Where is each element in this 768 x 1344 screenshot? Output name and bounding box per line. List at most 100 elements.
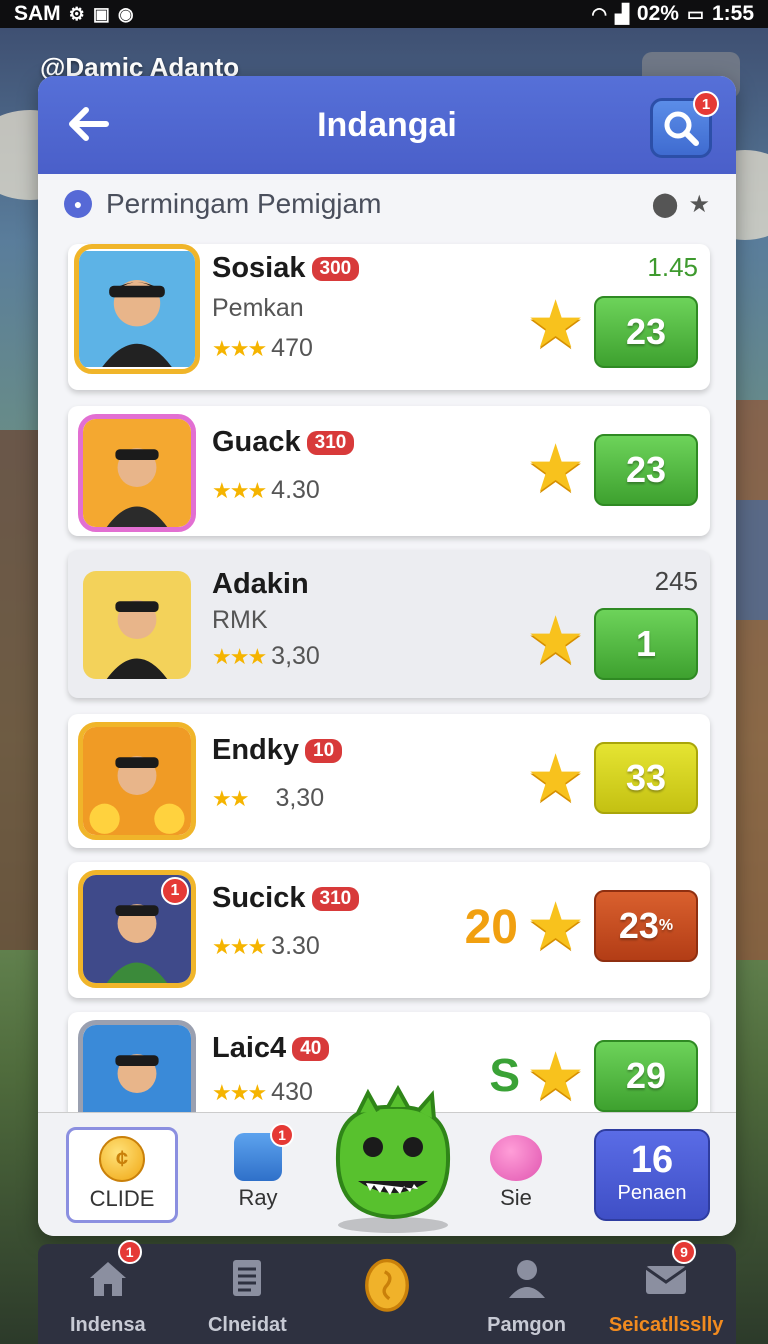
star-icon: ★ xyxy=(526,741,586,815)
camera-icon: ◉ xyxy=(117,3,134,24)
dragon-mascot-icon[interactable] xyxy=(318,1085,468,1235)
level-tag: 310 xyxy=(311,886,360,911)
bottom-tray: ¢ CLIDE 1 Ray Sie 16 Penaen xyxy=(38,1085,736,1236)
sub-header-title: Permingam Pemigjam xyxy=(106,188,382,219)
avatar xyxy=(78,722,196,840)
nav-mail-badge: 9 xyxy=(671,1240,696,1264)
score-pill[interactable]: 33 xyxy=(594,742,698,814)
score-pill-suffix: % xyxy=(658,917,674,934)
rating-value: 3,30 xyxy=(275,784,325,812)
star-icon: ★ xyxy=(526,287,586,361)
list-item[interactable]: Adakin RMK ★★★ 3,30 245 ★ 1 xyxy=(68,550,710,698)
nav-coins[interactable] xyxy=(317,1244,457,1344)
list-item[interactable]: Guack 310 ★★★ 4.30 ★ 23 xyxy=(68,406,710,536)
signal-bars-icon: ▟ xyxy=(615,3,629,24)
list-item[interactable]: Sosiak 300 Pemkan ★★★ 470 1.45 ★ 23 xyxy=(68,244,710,390)
currency-icon: S xyxy=(489,1049,520,1101)
rating-stars: ★★★ xyxy=(212,933,267,959)
leaderboard-card: Indangai 1 ● Permingam Pemigjam ⬤ ★ Sosi… xyxy=(38,76,736,1236)
nav-mail[interactable]: 9 Seicatllsslly xyxy=(596,1240,736,1344)
score-pill[interactable]: 23% xyxy=(594,890,698,962)
score-pill[interactable]: 23 xyxy=(594,296,698,368)
ray-label: Ray xyxy=(238,1185,278,1210)
penaen-button[interactable]: 16 Penaen xyxy=(594,1129,710,1221)
app-icon: ▣ xyxy=(92,3,110,24)
level-tag: 310 xyxy=(306,430,355,455)
avatar xyxy=(78,566,196,684)
rating-value: 4.30 xyxy=(271,476,320,504)
rating-value: 430 xyxy=(271,1078,313,1106)
carrier-label: SAM xyxy=(14,2,61,25)
clock: 1:55 xyxy=(711,2,754,25)
wifi-icon: ◠ xyxy=(591,3,608,24)
document-icon xyxy=(233,1260,262,1296)
player-name: Sosiak xyxy=(212,252,306,284)
star-icon: ★ xyxy=(526,603,586,677)
star-icon: ★ xyxy=(526,889,586,963)
coin-icon xyxy=(365,1258,409,1312)
location-icon[interactable]: ⬤ xyxy=(652,190,679,219)
player-name: Laic4 xyxy=(212,1032,287,1064)
player-name: Guack xyxy=(212,426,301,458)
star-filter-icon[interactable]: ★ xyxy=(688,190,710,219)
level-tag: 40 xyxy=(292,1036,330,1061)
status-bar: SAM ⚙ ▣ ◉ ◠ ▟ 02% ▭ 1:55 xyxy=(0,0,768,28)
battery-icon: ▭ xyxy=(686,3,704,24)
rating-stars: ★★★ xyxy=(212,643,267,669)
star-icon: ★ xyxy=(526,431,586,505)
ray-button[interactable]: 1 Ray xyxy=(228,1123,294,1211)
back-button[interactable] xyxy=(66,102,114,150)
player-subtitle: Pemkan xyxy=(212,294,304,322)
profile-card-icon: 1 xyxy=(234,1123,294,1181)
top-value: 245 xyxy=(654,566,698,596)
avatar-badge: 1 xyxy=(161,877,189,905)
player-name: Sucick xyxy=(212,882,306,914)
avatar: 1 xyxy=(78,870,196,988)
top-value: 1.45 xyxy=(647,252,698,282)
battery-percent: 02% xyxy=(636,2,679,25)
player-name: Endky xyxy=(212,734,300,766)
rating-value: 3,30 xyxy=(271,642,320,670)
avatar xyxy=(74,244,200,374)
search-badge: 1 xyxy=(693,91,719,117)
sie-button[interactable]: Sie xyxy=(486,1127,546,1211)
list-item[interactable]: Endky 10 ★★ 3,30 ★ 33 xyxy=(68,714,710,848)
ray-badge: 1 xyxy=(270,1123,294,1147)
rating-stars: ★★ xyxy=(212,785,249,811)
sub-header: ● Permingam Pemigjam ⬤ ★ xyxy=(38,174,736,234)
nav-home-label: Indensa xyxy=(70,1314,146,1336)
nav-home[interactable]: 1 Indensa xyxy=(38,1240,178,1344)
settings-icon: ⚙ xyxy=(68,3,85,24)
rating-stars: ★★★ xyxy=(212,1079,267,1105)
player-name: Adakin xyxy=(212,568,309,600)
score-pill[interactable]: 29 xyxy=(594,1040,698,1112)
player-subtitle: RMK xyxy=(212,606,268,634)
nav-mail-label: Seicatllsslly xyxy=(608,1314,724,1336)
back-arrow-icon xyxy=(69,107,109,141)
coin-icon: ¢ xyxy=(99,1136,145,1182)
rating-value: 470 xyxy=(271,334,313,362)
nav-profile[interactable]: Pamgon xyxy=(457,1244,597,1344)
rating-value: 3.30 xyxy=(271,932,320,960)
page-title: Indangai xyxy=(317,105,457,144)
avatar xyxy=(78,414,196,532)
clide-button[interactable]: ¢ CLIDE xyxy=(66,1127,178,1223)
bottom-nav: 1 Indensa Clneidat Pamgon 9 Seicatllssll… xyxy=(38,1240,736,1344)
list-item[interactable]: 1 Sucick 310 ★★★ 3.30 20 ★ 23% xyxy=(68,862,710,998)
card-header: Indangai 1 xyxy=(38,76,736,174)
score-value: 20 xyxy=(464,901,518,954)
nav-home-badge: 1 xyxy=(117,1240,142,1264)
sie-label: Sie xyxy=(500,1185,532,1210)
shield-icon: ● xyxy=(64,190,92,218)
score-pill[interactable]: 23 xyxy=(594,434,698,506)
penaen-number: 16 xyxy=(630,1139,674,1181)
search-icon xyxy=(664,111,699,146)
level-tag: 300 xyxy=(311,256,360,281)
score-pill-value: 23 xyxy=(618,905,659,946)
star-icon: ★ xyxy=(526,1039,586,1113)
search-button[interactable]: 1 xyxy=(650,91,719,158)
score-pill[interactable]: 1 xyxy=(594,608,698,680)
user-icon xyxy=(508,1260,545,1298)
nav-documents[interactable]: Clneidat xyxy=(178,1244,318,1344)
nav-profile-label: Pamgon xyxy=(487,1314,567,1336)
